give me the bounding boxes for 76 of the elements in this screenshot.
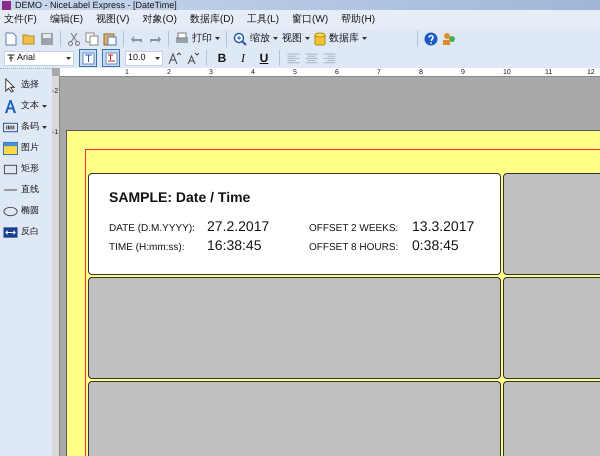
help-icon[interactable] — [424, 32, 438, 46]
font-type-icon — [7, 54, 15, 62]
field-name: TIME (H:mm:ss): — [109, 241, 186, 255]
tool-item[interactable]: 椭圆 — [3, 203, 52, 219]
tool-label: 椭圆 — [21, 204, 39, 218]
view-button[interactable]: 视图 — [282, 31, 310, 46]
menu-item[interactable]: 数据库(D) — [190, 12, 234, 27]
database-icon — [314, 32, 326, 46]
scissors-icon[interactable] — [67, 32, 81, 46]
tool-label: 直线 — [21, 183, 39, 196]
new-file-icon[interactable] — [4, 32, 18, 46]
tool-label: 文本 — [21, 99, 39, 112]
caret-icon — [273, 37, 278, 40]
caret-icon — [155, 56, 160, 60]
tool-item[interactable]: 直线 — [3, 182, 52, 198]
shrink-font-icon[interactable] — [186, 52, 199, 64]
field-name: OFFSET 2 WEEKS: — [309, 222, 400, 236]
copy-icon[interactable] — [85, 32, 99, 46]
bold-button[interactable]: B — [214, 49, 230, 67]
grow-font-icon[interactable] — [168, 52, 181, 64]
printer-icon — [175, 32, 189, 46]
printer-text-icon — [104, 52, 118, 64]
caret-icon — [305, 37, 310, 40]
text-tool-toggle[interactable] — [79, 49, 97, 67]
save-icon[interactable] — [40, 32, 54, 46]
field-value: 27.2.2017 — [207, 218, 270, 235]
tool-item[interactable]: 图片 — [3, 140, 52, 156]
menu-item[interactable]: 编辑(E) — [50, 12, 84, 27]
picture-icon — [3, 140, 18, 156]
label-title: SAMPLE: Date / Time — [109, 188, 252, 207]
print-button[interactable]: 打印 — [175, 31, 220, 46]
menu-item[interactable]: 视图(V) — [96, 12, 130, 27]
tool-item[interactable]: 条码 — [3, 119, 52, 135]
tool-label: 矩形 — [21, 162, 39, 176]
caret-icon — [42, 126, 47, 128]
menu-item[interactable]: 文件(F) — [4, 12, 37, 27]
letter-a-icon — [3, 98, 18, 114]
tool-item[interactable]: 反白 — [3, 224, 52, 240]
tool-item[interactable]: 文本 — [3, 98, 52, 114]
font-size-field[interactable]: 10.0 — [125, 50, 163, 66]
print-preview-toggle[interactable] — [102, 49, 120, 67]
menu-item[interactable]: 帮助(H) — [341, 12, 376, 27]
pointer-icon — [3, 78, 18, 92]
inverse-icon — [3, 224, 18, 240]
tool-label: 反白 — [21, 225, 39, 238]
caret-icon — [215, 37, 220, 40]
line-icon — [3, 189, 18, 191]
window-title: DEMO - NiceLabel Express - [DateTime] — [15, 0, 177, 10]
caret-icon — [362, 37, 367, 40]
menu-item[interactable]: 对象(O) — [142, 12, 177, 27]
field-value: 13.3.2017 — [412, 218, 476, 235]
open-folder-icon[interactable] — [22, 32, 36, 46]
tool-label: 选择 — [21, 78, 39, 92]
database-button[interactable]: 数据库 — [314, 31, 367, 46]
caret-icon — [66, 56, 71, 60]
font-name: Arial — [17, 51, 36, 64]
menu-item[interactable]: 窗口(W) — [292, 12, 328, 27]
paste-icon[interactable] — [103, 32, 117, 46]
tool-item[interactable]: 矩形 — [3, 161, 52, 177]
field-name: OFFSET 8 HOURS: — [309, 241, 400, 255]
zoom-button[interactable]: 缩放 — [233, 31, 278, 46]
field-name: DATE (D.M.YYYY): — [109, 222, 196, 236]
magnifier-icon — [233, 32, 247, 46]
field-value: 0:38:45 — [412, 237, 460, 254]
italic-button[interactable]: I — [235, 49, 251, 67]
tool-label: 条码 — [21, 120, 39, 134]
font-size-value: 10.0 — [128, 51, 147, 64]
text-frame-icon — [82, 52, 94, 64]
caret-icon — [42, 104, 47, 108]
font-field[interactable]: Arial — [4, 50, 74, 66]
underline-button[interactable]: U — [256, 49, 272, 67]
tool-label: 图片 — [21, 141, 39, 154]
tool-item[interactable]: 选择 — [3, 77, 52, 93]
field-value: 16:38:45 — [207, 237, 262, 254]
menu-item[interactable]: 工具(L) — [246, 12, 280, 27]
app-icon — [2, 1, 11, 10]
